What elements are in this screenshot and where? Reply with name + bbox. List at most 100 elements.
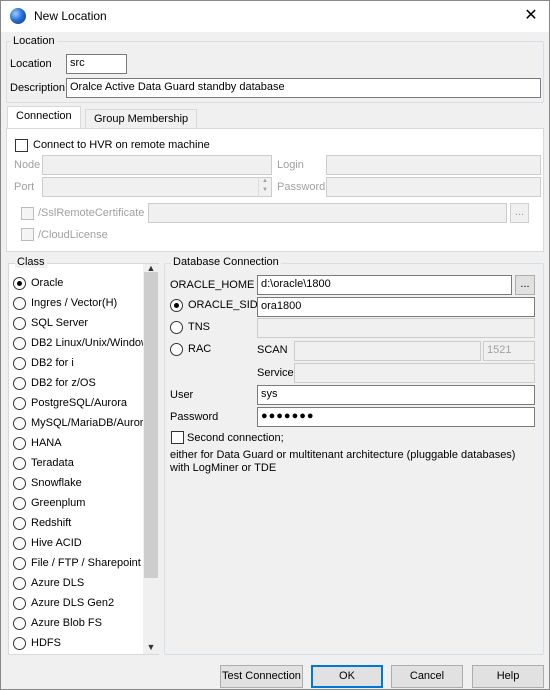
class-item[interactable]: MySQL/MariaDB/Aurora	[9, 414, 150, 434]
hvr-remote-label: Connect to HVR on remote machine	[33, 139, 210, 151]
class-item-label: File / FTP / Sharepoint	[31, 557, 141, 569]
class-item[interactable]: Ingres / Vector(H)	[9, 294, 143, 314]
cloud-license-checkbox[interactable]	[21, 228, 34, 241]
class-radio[interactable]	[13, 517, 26, 530]
tab-connection[interactable]: Connection	[7, 106, 81, 129]
oracle-home-label: ORACLE_HOME	[170, 279, 255, 291]
db-password-input[interactable]: ●●●●●●●	[257, 407, 535, 427]
class-item[interactable]: Azure DLS Gen2	[9, 594, 143, 614]
scan-label: SCAN	[257, 344, 288, 356]
class-item[interactable]: SQL Server	[9, 314, 143, 334]
class-radio[interactable]	[13, 437, 26, 450]
class-item[interactable]: Redshift	[9, 514, 143, 534]
oracle-home-input[interactable]: d:\oracle\1800	[257, 275, 512, 295]
class-item-label: SQL Server	[31, 317, 89, 329]
class-radio[interactable]	[13, 497, 26, 510]
scroll-down-icon[interactable]: ▼	[143, 640, 159, 654]
remote-password-input[interactable]	[326, 177, 541, 197]
ssl-label: /SslRemoteCertificate	[38, 207, 145, 219]
tns-input[interactable]	[257, 318, 535, 338]
scan-input[interactable]	[294, 341, 481, 361]
class-radio[interactable]	[13, 637, 26, 650]
hvr-remote-checkbox[interactable]	[15, 139, 28, 152]
new-location-dialog: New Location ✕ Location Location src Des…	[0, 0, 550, 690]
cancel-button[interactable]: Cancel	[391, 665, 463, 688]
class-item[interactable]: Azure Blob FS	[9, 614, 143, 634]
class-list: Oracle Ingres / Vector(H) SQL Server DB2 Li…	[8, 263, 159, 655]
ssl-input[interactable]	[148, 203, 507, 223]
login-input[interactable]	[326, 155, 541, 175]
class-item[interactable]: Hive ACID	[9, 534, 143, 554]
class-item[interactable]: HANA	[9, 434, 143, 454]
class-radio[interactable]	[13, 537, 26, 550]
class-radio[interactable]	[13, 577, 26, 590]
port-input[interactable]	[42, 177, 272, 197]
class-radio[interactable]	[13, 597, 26, 610]
test-connection-button[interactable]: Test Connection	[220, 665, 303, 688]
class-radio[interactable]	[13, 617, 26, 630]
class-radio[interactable]	[13, 337, 26, 350]
class-item[interactable]: HDFS	[9, 634, 143, 654]
class-item[interactable]: Snowflake	[9, 474, 143, 494]
class-item-label: Oracle	[31, 277, 64, 289]
class-item-label: Hive ACID	[31, 537, 82, 549]
class-radio[interactable]	[13, 417, 26, 430]
location-label: Location	[10, 58, 52, 70]
title-bar: New Location ✕	[1, 1, 549, 32]
location-input[interactable]: src	[66, 54, 127, 74]
rac-radio[interactable]	[170, 343, 183, 356]
class-radio[interactable]	[13, 557, 26, 570]
class-radio[interactable]	[13, 277, 26, 290]
class-item[interactable]: PostgreSQL/Aurora	[9, 394, 143, 414]
class-radio[interactable]	[13, 477, 26, 490]
class-item-label: Snowflake	[31, 477, 82, 489]
class-scrollbar[interactable]: ▲ ▼	[143, 263, 159, 654]
class-radio[interactable]	[13, 357, 26, 370]
spin-up-icon[interactable]: ▲	[259, 177, 271, 186]
class-item-label: DB2 for z/OS	[31, 377, 96, 389]
scroll-thumb[interactable]	[144, 272, 158, 578]
oracle-home-browse-button[interactable]: ...	[515, 275, 535, 295]
node-input[interactable]	[42, 155, 272, 175]
second-connection-checkbox[interactable]	[171, 431, 184, 444]
class-item[interactable]: Teradata	[9, 454, 143, 474]
ok-button[interactable]: OK	[311, 665, 383, 688]
class-item[interactable]: File / FTP / Sharepoint	[9, 554, 143, 574]
window-title: New Location	[34, 9, 107, 23]
class-item[interactable]: DB2 for i	[9, 354, 143, 374]
oracle-sid-radio[interactable]	[170, 299, 183, 312]
class-radio[interactable]	[13, 457, 26, 470]
tns-label: TNS	[188, 321, 210, 333]
class-radio[interactable]	[13, 377, 26, 390]
class-item[interactable]: DB2 for z/OS	[9, 374, 143, 394]
tns-radio[interactable]	[170, 321, 183, 334]
description-input[interactable]: Oralce Active Data Guard standby databas…	[66, 78, 541, 98]
tab-group-membership[interactable]: Group Membership	[85, 109, 198, 130]
class-item[interactable]: Azure DLS	[9, 574, 143, 594]
ssl-browse-button[interactable]: ...	[510, 203, 529, 223]
user-input[interactable]: sys	[257, 385, 535, 405]
class-item-label: Ingres / Vector(H)	[31, 297, 118, 309]
description-label: Description	[10, 82, 66, 94]
class-item[interactable]: Oracle	[9, 274, 143, 294]
class-item-label: Azure DLS	[31, 577, 85, 589]
spin-down-icon[interactable]: ▼	[259, 186, 271, 195]
second-connection-note: either for Data Guard or multitenant arc…	[170, 449, 516, 474]
class-item[interactable]: DB2 Linux/Unix/Windows	[9, 334, 155, 354]
scan-port-input[interactable]: 1521	[483, 341, 535, 361]
close-icon[interactable]: ✕	[521, 6, 541, 26]
class-radio[interactable]	[13, 397, 26, 410]
help-button[interactable]: Help	[472, 665, 544, 688]
class-radio[interactable]	[13, 317, 26, 330]
class-item-label: Azure Blob FS	[31, 617, 102, 629]
user-label: User	[170, 389, 194, 401]
class-item[interactable]: Greenplum	[9, 494, 143, 514]
ssl-checkbox[interactable]	[21, 207, 34, 220]
class-item-label: HDFS	[31, 637, 61, 649]
class-radio[interactable]	[13, 297, 26, 310]
port-spinner[interactable]: ▲ ▼	[258, 177, 271, 197]
oracle-sid-input[interactable]: ora1800	[257, 297, 535, 317]
class-item-label: Azure DLS Gen2	[31, 597, 115, 609]
service-input[interactable]	[294, 363, 535, 383]
class-group-legend: Class	[15, 256, 47, 268]
